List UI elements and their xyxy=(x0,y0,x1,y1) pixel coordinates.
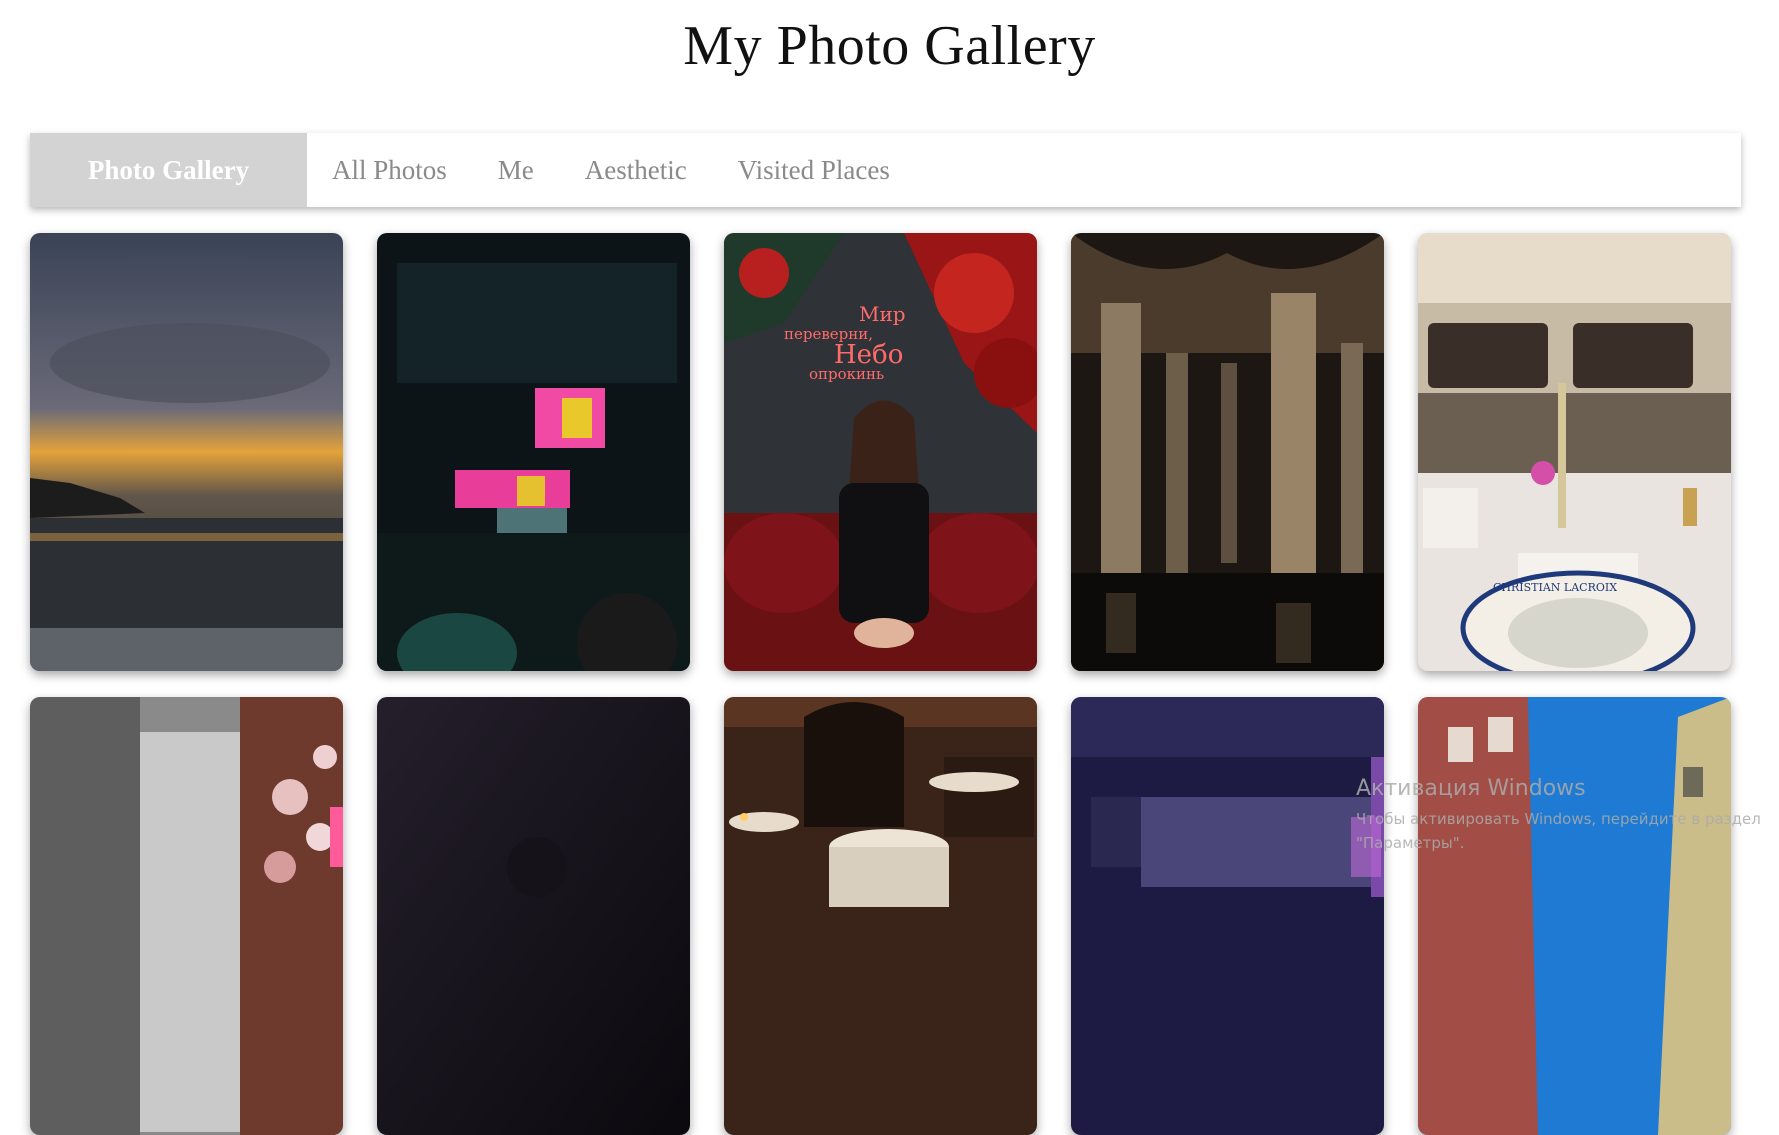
nav-link-aesthetic[interactable]: Aesthetic xyxy=(585,155,687,186)
photo-card-street-sky[interactable] xyxy=(1418,697,1731,1135)
nav-link-visited-places[interactable]: Visited Places xyxy=(738,155,890,186)
photo-card-restaurant-table[interactable]: CHRISTIAN LACROIX xyxy=(1418,233,1731,671)
photo-card-concert-arena[interactable] xyxy=(377,233,690,671)
photo-card-dark-room[interactable] xyxy=(377,697,690,1135)
photo-card-girl-neon-sign[interactable]: Мир переверни, Небо опрокинь xyxy=(724,233,1037,671)
nav-link-all-photos[interactable]: All Photos xyxy=(332,155,447,186)
navbar: Photo Gallery All Photos Me Aesthetic Vi… xyxy=(30,133,1741,207)
nav-link-me[interactable]: Me xyxy=(498,155,534,186)
photo-card-purple-hall[interactable] xyxy=(1071,697,1384,1135)
photo-card-restaurant-interior[interactable] xyxy=(724,697,1037,1135)
photo-card-flower-wall[interactable] xyxy=(30,697,343,1135)
plate-text: CHRISTIAN LACROIX xyxy=(1493,581,1617,594)
nav-brand[interactable]: Photo Gallery xyxy=(30,133,307,207)
photo-card-cistern-columns[interactable] xyxy=(1071,233,1384,671)
neon-sign-text-1: Мир xyxy=(859,302,906,326)
page-title: My Photo Gallery xyxy=(683,15,1096,77)
photo-card-sea-sunset[interactable] xyxy=(30,233,343,671)
neon-sign-text-4: опрокинь xyxy=(809,365,884,383)
